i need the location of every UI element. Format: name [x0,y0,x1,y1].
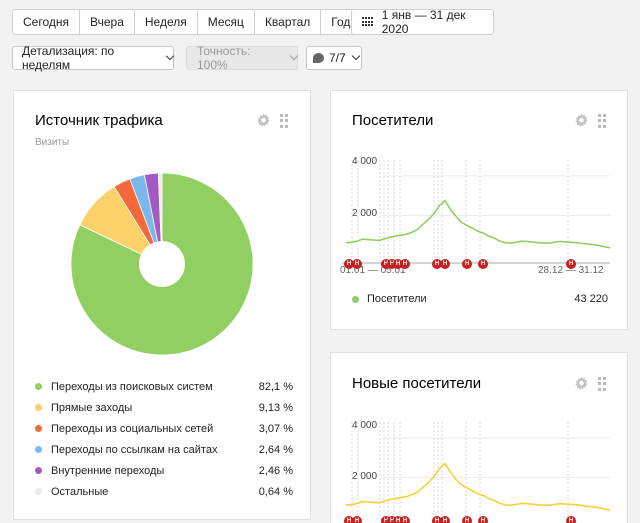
series-color-dot [352,295,359,303]
gear-icon[interactable] [256,113,271,128]
period-toolbar: Сегодня Вчера Неделя Месяц Квартал Год [12,9,362,35]
detail-select[interactable]: Детализация: по неделям [12,44,175,72]
legend-item[interactable]: Остальные 0,64 % [35,481,293,502]
traffic-card-subtitle: Визиты [35,137,70,148]
legend-value: 0,64 % [258,485,293,498]
drag-handle-icon[interactable] [280,114,288,128]
chevron-down-icon [165,51,175,61]
series-name: Посетители [367,293,427,305]
legend-value: 82,1 % [258,380,293,393]
series-line[interactable] [345,199,611,249]
period-button[interactable]: Сегодня [12,9,80,35]
legend-item[interactable]: Переходы из социальных сетей 3,07 % [35,418,293,439]
legend-item[interactable]: Внутренние переходы 2,46 % [35,460,293,481]
legend-label: Переходы из поисковых систем [51,380,213,393]
detail-label: Детализация: по неделям [22,44,115,72]
holiday-marker[interactable]: Н [400,259,410,269]
legend-value: 2,64 % [258,443,293,456]
holiday-marker[interactable]: Н [566,516,576,523]
holiday-marker[interactable]: Н [352,516,362,523]
gear-icon[interactable] [574,113,589,128]
legend-value: 9,13 % [258,401,293,414]
legend-label: Внутренние переходы [51,464,165,477]
legend-item[interactable]: Прямые заходы 9,13 % [35,397,293,418]
accuracy-label: Точность: 100% [197,44,251,72]
period-button[interactable]: Вчера [79,9,135,35]
holiday-marker[interactable]: Н [440,516,450,523]
legend-item[interactable]: Переходы по ссылкам на сайтах 2,64 % [35,439,293,460]
legend-color-dot [35,404,42,411]
holiday-marker[interactable]: Н [462,259,472,269]
holiday-marker[interactable]: Н [352,259,362,269]
gear-icon[interactable] [574,376,589,391]
new-visitors-card-title: Новые посетители [352,375,482,392]
legend-label: Переходы по ссылкам на сайтах [51,443,218,456]
period-buttons: Сегодня Вчера Неделя Месяц Квартал Год [12,9,362,35]
visitors-series-legend: Посетители 43 220 [352,293,608,305]
visitors-card-title: Посетители [352,112,434,129]
traffic-card-title: Источник трафика [35,112,163,129]
date-range-button[interactable]: 1 янв — 31 дек 2020 [351,8,494,36]
legend-color-dot [35,488,42,495]
segments-label: 7/7 [329,51,346,65]
legend-label: Остальные [51,485,109,498]
legend-color-dot [35,446,42,453]
comment-icon [313,53,324,63]
legend-color-dot [35,467,42,474]
holiday-marker[interactable]: Н [440,259,450,269]
series-line[interactable] [345,462,611,511]
period-button[interactable]: Месяц [196,9,255,35]
holiday-marker[interactable]: Н [400,516,410,523]
legend-color-dot [35,383,42,390]
visitors-line-chart [342,160,611,264]
holiday-marker[interactable]: Н [462,516,472,523]
period-button[interactable]: Квартал [253,9,322,35]
holiday-marker[interactable]: Н [566,259,576,269]
legend-label: Прямые заходы [51,401,133,414]
legend-color-dot [35,425,42,432]
holiday-marker[interactable]: Н [478,516,488,523]
chevron-down-icon [351,51,360,61]
chevron-down-icon [289,51,299,61]
traffic-legend: Переходы из поисковых систем 82,1 % Прямые… [35,376,293,502]
segments-select[interactable]: 7/7 [306,46,362,70]
legend-value: 2,46 % [258,464,293,477]
holiday-marker[interactable]: Н [478,259,488,269]
legend-label: Переходы из социальных сетей [51,422,214,435]
drag-handle-icon[interactable] [598,377,606,391]
traffic-pie-chart [70,172,254,356]
donut-hole [139,241,185,287]
legend-item[interactable]: Переходы из поисковых систем 82,1 % [35,376,293,397]
date-range-label: 1 янв — 31 дек 2020 [381,8,466,36]
accuracy-select[interactable]: Точность: 100% [186,44,299,72]
series-total: 43 220 [574,293,608,305]
new-visitors-line-chart [345,422,611,523]
period-button[interactable]: Неделя [133,9,198,35]
legend-value: 3,07 % [258,422,293,435]
drag-handle-icon[interactable] [598,114,606,128]
calendar-icon [362,17,374,27]
